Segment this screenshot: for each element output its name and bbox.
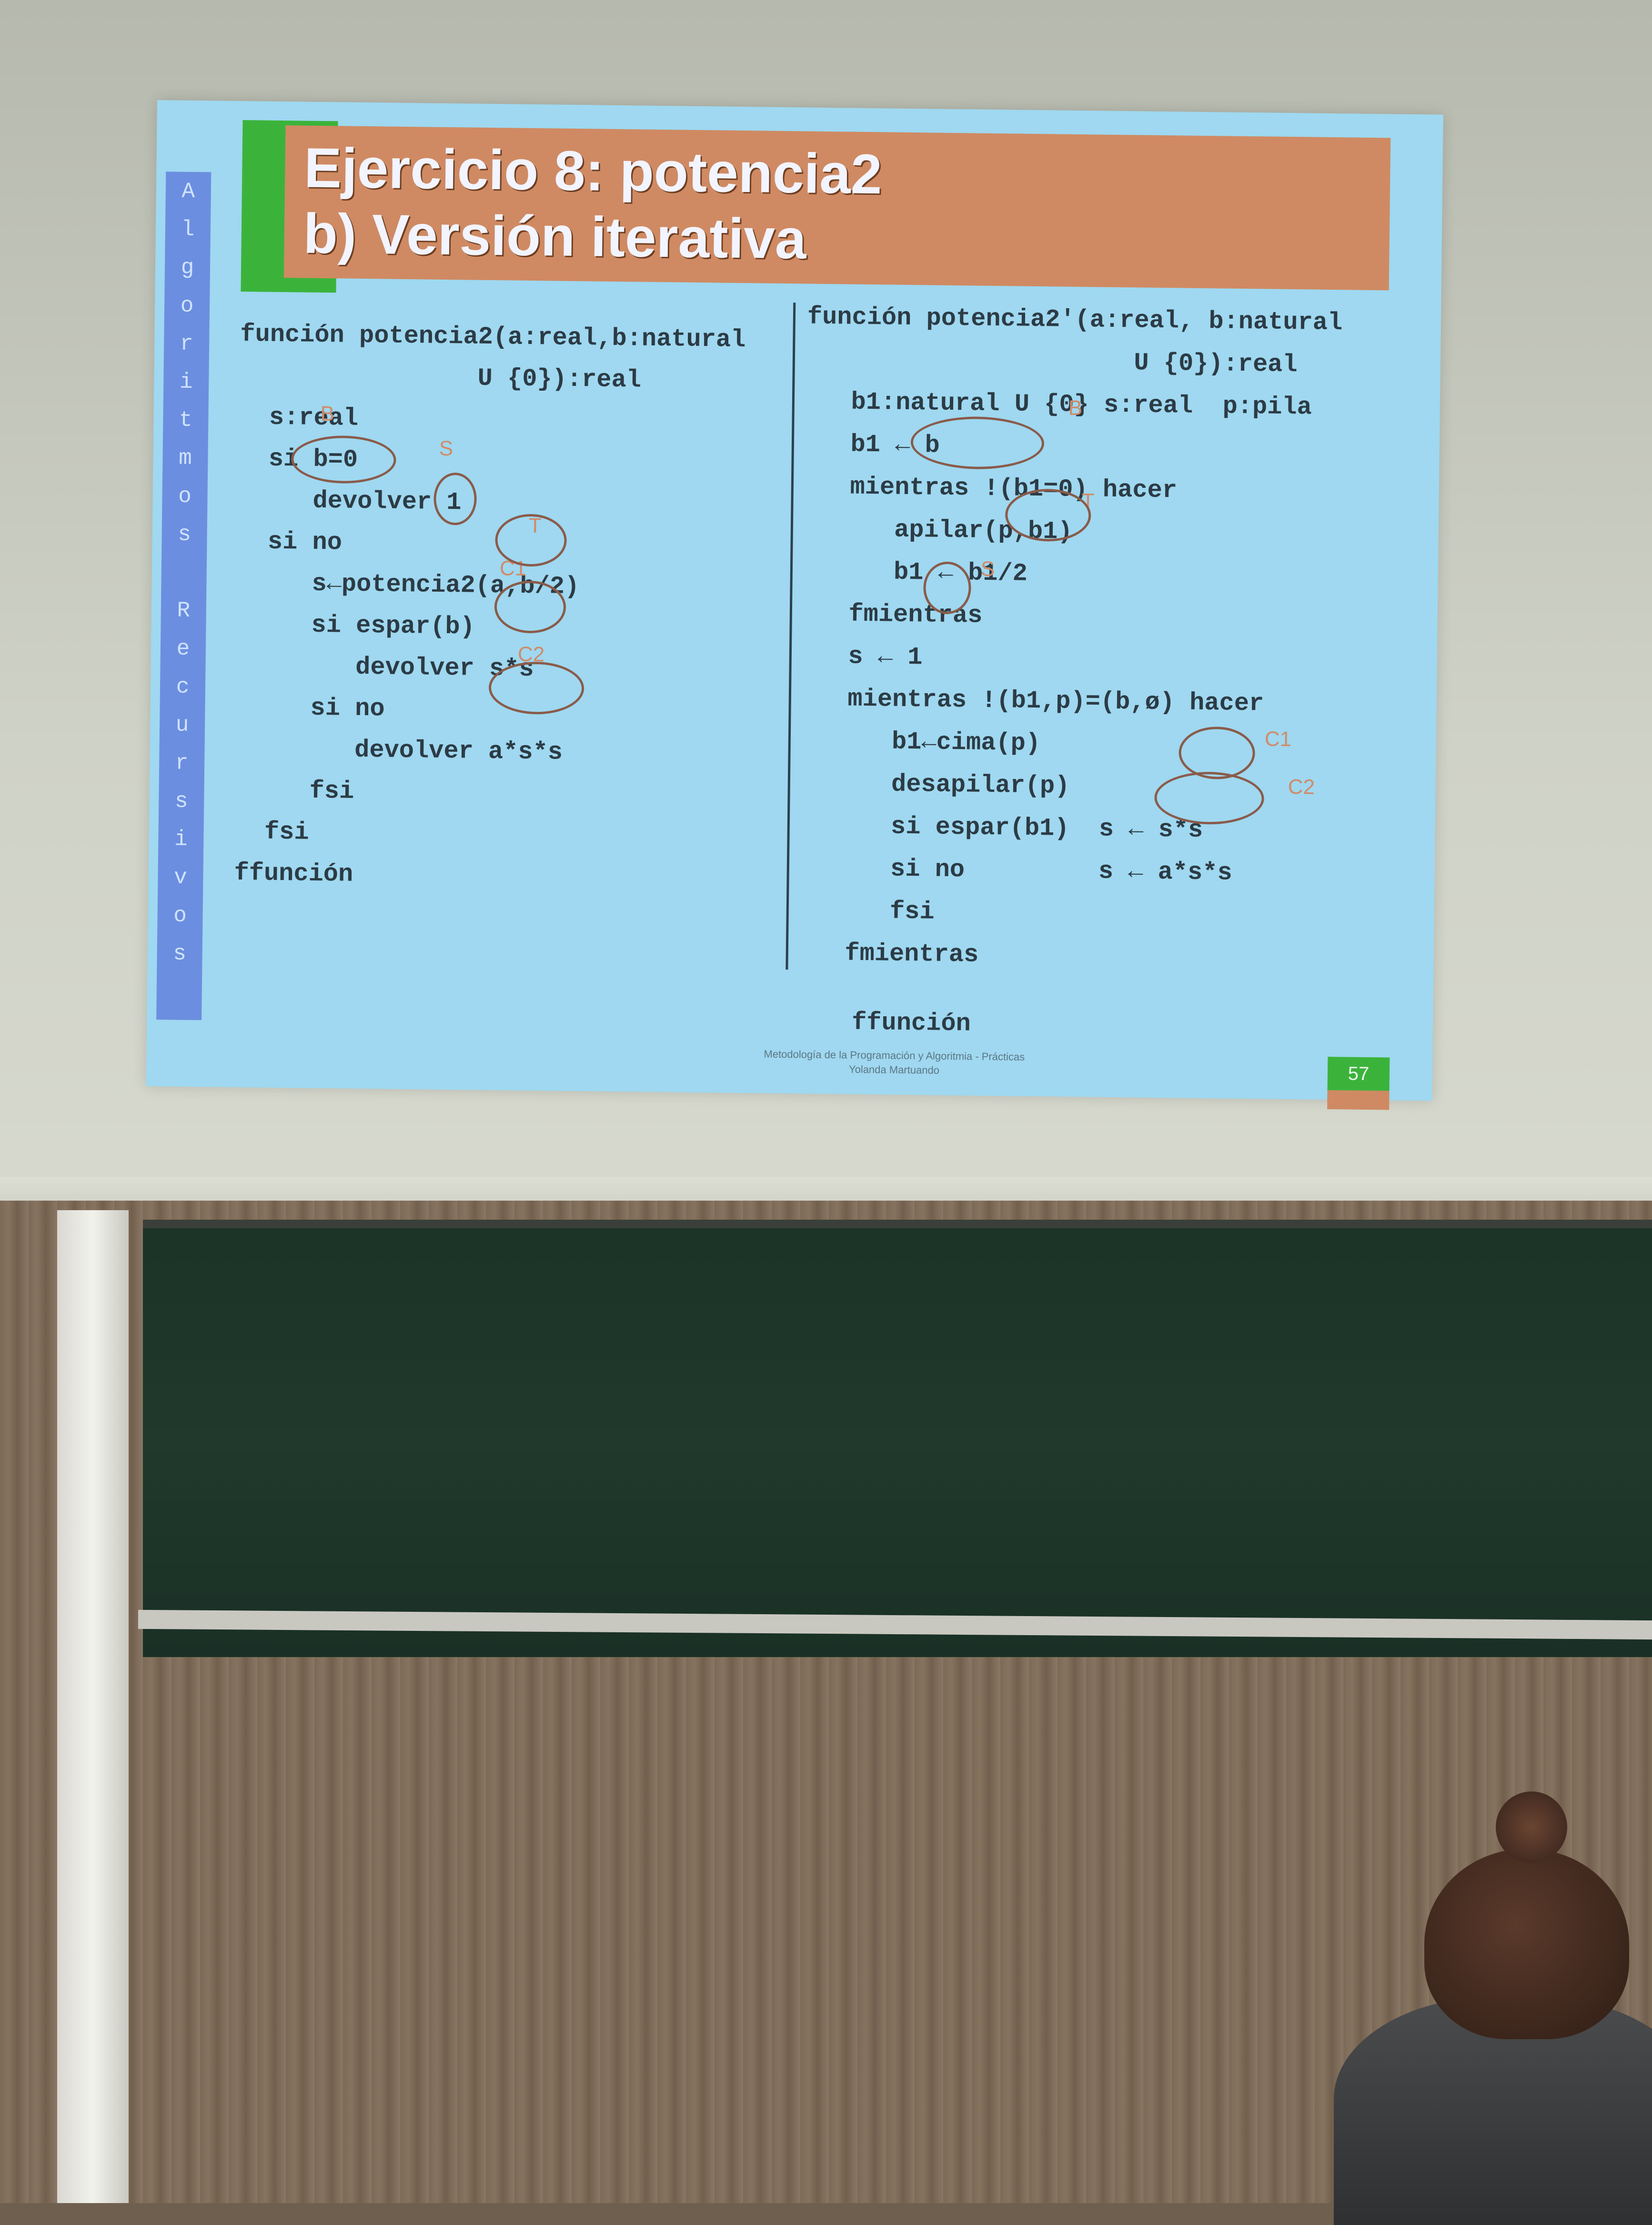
final-ffuncion: ffunción (851, 1008, 971, 1038)
circle-mark (488, 661, 584, 715)
annotation-c2-right: C2 (1288, 775, 1315, 799)
title-line-2: b) Versión iterativa (303, 202, 807, 271)
circle-mark (1178, 726, 1256, 780)
title-line-1: Ejercicio 8: potencia2 (303, 136, 883, 206)
code-line: si no s ← a*s*s (801, 854, 1233, 887)
code-line: desapilar(p) (802, 769, 1070, 800)
side-letter: e (176, 636, 190, 661)
code-line: mientras !(b1=0) hacer (805, 472, 1178, 505)
code-line: fsi (235, 776, 354, 806)
code-line: función potencia2'(a:real, b:natural (807, 303, 1343, 337)
code-line: U {0}):real (806, 345, 1298, 379)
side-letter: i (174, 827, 188, 852)
footer-author: Yolanda Martuando (848, 1063, 940, 1076)
code-line: b1:natural U {0} s:real p:pila (806, 387, 1312, 422)
side-letter: u (175, 712, 189, 738)
side-letter: i (179, 369, 193, 394)
side-letter: g (181, 255, 194, 280)
side-letter: r (180, 331, 193, 356)
side-letter: t (179, 407, 192, 433)
hair (1424, 1849, 1629, 2039)
code-line: fsi (234, 817, 309, 847)
chalkboard (143, 1220, 1652, 1657)
code-line: devolver 1 (238, 485, 462, 517)
code-line: mientras !(b1,p)=(b,ø) hacer (803, 684, 1264, 718)
projected-slide: AlgoritmosRecursivos Ejercicio 8: potenc… (146, 100, 1443, 1110)
hair-bun (1496, 1791, 1567, 1863)
white-pillar (57, 1210, 129, 2203)
circle-mark (494, 514, 567, 567)
student-head (1315, 1772, 1652, 2225)
code-line: devolver a*s*s (235, 734, 563, 767)
annotation-c1-right: C1 (1264, 727, 1292, 751)
side-letter: s (174, 789, 188, 814)
annotation-b-right: B (1068, 396, 1083, 420)
side-letter: s (173, 941, 187, 966)
annotation-s: S (439, 436, 453, 461)
side-letter: c (176, 674, 190, 699)
annotation-b: B (320, 402, 335, 426)
side-letter: s (178, 522, 191, 547)
code-line: fmientras (800, 939, 979, 969)
side-letter: A (181, 179, 195, 204)
code-line: s ← 1 (803, 642, 923, 672)
page-number-accent (1327, 1090, 1390, 1110)
circle-mark (433, 472, 477, 526)
column-divider (786, 303, 796, 970)
circle-mark (910, 415, 1045, 470)
side-letter: o (178, 484, 192, 509)
side-letter: l (181, 217, 195, 242)
code-line: si espar(b1) s ← s*s (801, 811, 1203, 845)
side-letter: R (177, 598, 191, 623)
side-letter: o (180, 293, 194, 318)
code-line: fsi (800, 896, 935, 926)
code-line: devolver s*s (236, 651, 534, 684)
code-line: si no (236, 693, 385, 723)
slide-title: Ejercicio 8: potencia2 b) Versión iterat… (303, 135, 882, 273)
side-letter: m (178, 445, 192, 471)
code-line: s:real (239, 403, 359, 433)
circle-mark (291, 435, 397, 484)
circle-mark (494, 580, 566, 634)
code-line: si no (238, 527, 342, 557)
code-line: si espar(b) (237, 610, 475, 641)
code-line: ffunción (234, 859, 353, 889)
code-line: U {0}):real (240, 362, 642, 394)
side-letter: v (173, 865, 188, 890)
code-line: función potencia2(a:real,b:natural (240, 320, 746, 354)
code-line: b1←cima(p) (802, 727, 1041, 758)
side-letter: r (175, 750, 189, 776)
annotation-s-right: S (980, 557, 995, 581)
side-letter: o (173, 903, 187, 928)
